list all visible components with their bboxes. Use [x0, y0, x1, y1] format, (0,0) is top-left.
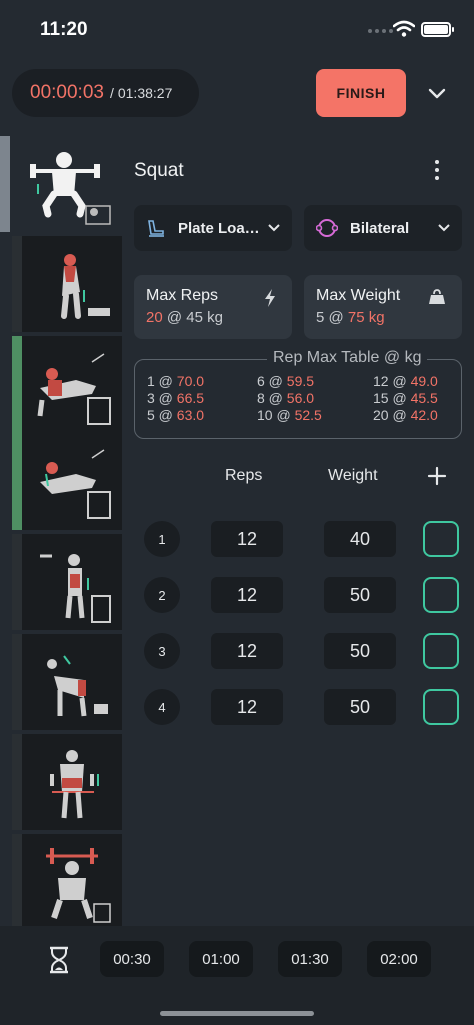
rep-max-entry: 12 @ 49.0 — [373, 373, 438, 389]
set-number: 2 — [144, 577, 180, 613]
set-number: 1 — [144, 521, 180, 557]
exercise-name: Squat — [134, 160, 184, 181]
set-weight-input[interactable]: 50 — [324, 577, 396, 613]
max-reps-value: 20 @ 45 kg — [146, 309, 223, 326]
signal-icon — [368, 29, 393, 33]
exercise-thumb-5[interactable] — [12, 634, 122, 730]
exercise-figure-icon — [50, 750, 99, 819]
rest-timer-button[interactable]: 00:30 — [100, 941, 164, 977]
weight-column-header: Weight — [328, 467, 378, 484]
plate-loaded-machine-icon — [148, 220, 164, 237]
equipment-select[interactable]: Plate Loa… — [134, 205, 292, 251]
finish-button[interactable]: FINISH — [316, 69, 406, 117]
rep-max-entry: 15 @ 45.5 — [373, 390, 438, 406]
exercise-thumb-3[interactable] — [12, 336, 122, 530]
squat-figure-icon — [30, 152, 111, 225]
total-time: 01:38:27 — [117, 85, 173, 101]
set-number: 3 — [144, 633, 180, 669]
exercise-thumb-4[interactable] — [12, 534, 122, 630]
set-number: 4 — [144, 689, 180, 725]
set-weight-input[interactable]: 50 — [324, 689, 396, 725]
add-set-icon[interactable] — [427, 466, 447, 486]
exercise-thumb-2[interactable] — [12, 236, 122, 332]
equipment-value: Plate Loa… — [178, 219, 260, 237]
rep-max-table: Rep Max Table @ kg 1 @ 70.0 6 @ 59.5 12 @ … — [134, 349, 462, 439]
exercise-figure-icon — [47, 655, 108, 717]
set-weight-input[interactable]: 50 — [324, 633, 396, 669]
lightning-icon — [265, 289, 275, 307]
rep-max-entry: 10 @ 52.5 — [257, 407, 322, 423]
rep-max-entry: 6 @ 59.5 — [257, 373, 315, 389]
set-complete-checkbox[interactable] — [423, 633, 459, 669]
exercise-figure-icon — [37, 353, 111, 519]
set-complete-checkbox[interactable] — [423, 521, 459, 557]
set-reps-input[interactable]: 12 — [211, 689, 283, 725]
exercise-list — [0, 136, 122, 926]
max-weight-value: 5 @ 75 kg — [316, 309, 385, 326]
kettlebell-icon — [429, 289, 445, 304]
max-weight-card[interactable]: Max Weight 5 @ 75 kg — [304, 275, 462, 339]
rep-max-entry: 1 @ 70.0 — [147, 373, 205, 389]
set-reps-input[interactable]: 12 — [211, 633, 283, 669]
rep-max-entry: 8 @ 56.0 — [257, 390, 315, 406]
chevron-down-icon — [438, 224, 450, 232]
wifi-icon — [393, 20, 415, 37]
max-reps-card[interactable]: Max Reps 20 @ 45 kg — [134, 275, 292, 339]
workout-timer[interactable]: 00:00:03 / 01:38:27 — [12, 69, 199, 117]
exercise-figure-icon — [61, 254, 110, 319]
exercise-thumb-squat[interactable] — [0, 136, 122, 232]
elapsed-time: 00:00:03 — [30, 82, 104, 103]
reps-column-header: Reps — [225, 467, 263, 484]
exercise-figure-icon — [46, 848, 111, 923]
set-complete-checkbox[interactable] — [423, 577, 459, 613]
status-bar: 11:20 — [0, 0, 474, 58]
chevron-down-icon[interactable] — [424, 82, 450, 104]
status-time: 11:20 — [40, 19, 88, 40]
laterality-value: Bilateral — [350, 219, 410, 237]
rep-max-table-title: Rep Max Table @ kg — [267, 349, 428, 367]
exercise-thumb-7[interactable] — [12, 834, 122, 926]
exercise-figure-icon — [40, 554, 111, 623]
set-reps-input[interactable]: 12 — [211, 521, 283, 557]
hourglass-icon[interactable] — [48, 946, 70, 974]
more-options-icon[interactable] — [431, 160, 443, 182]
set-reps-input[interactable]: 12 — [211, 577, 283, 613]
rest-timer-button[interactable]: 01:30 — [278, 941, 342, 977]
rest-timer-button[interactable]: 01:00 — [189, 941, 253, 977]
bilateral-icon — [316, 219, 338, 237]
exercise-thumb-6[interactable] — [12, 734, 122, 830]
home-indicator — [160, 1011, 314, 1016]
max-reps-title: Max Reps — [146, 287, 219, 304]
set-weight-input[interactable]: 40 — [324, 521, 396, 557]
timer-separator: / — [109, 85, 114, 101]
rep-max-entry: 20 @ 42.0 — [373, 407, 438, 423]
battery-icon — [421, 22, 454, 37]
laterality-select[interactable]: Bilateral — [304, 205, 462, 251]
rep-max-entry: 3 @ 66.5 — [147, 390, 205, 406]
chevron-down-icon — [268, 224, 280, 232]
rest-timer-button[interactable]: 02:00 — [367, 941, 431, 977]
set-complete-checkbox[interactable] — [423, 689, 459, 725]
rep-max-entry: 5 @ 63.0 — [147, 407, 205, 423]
